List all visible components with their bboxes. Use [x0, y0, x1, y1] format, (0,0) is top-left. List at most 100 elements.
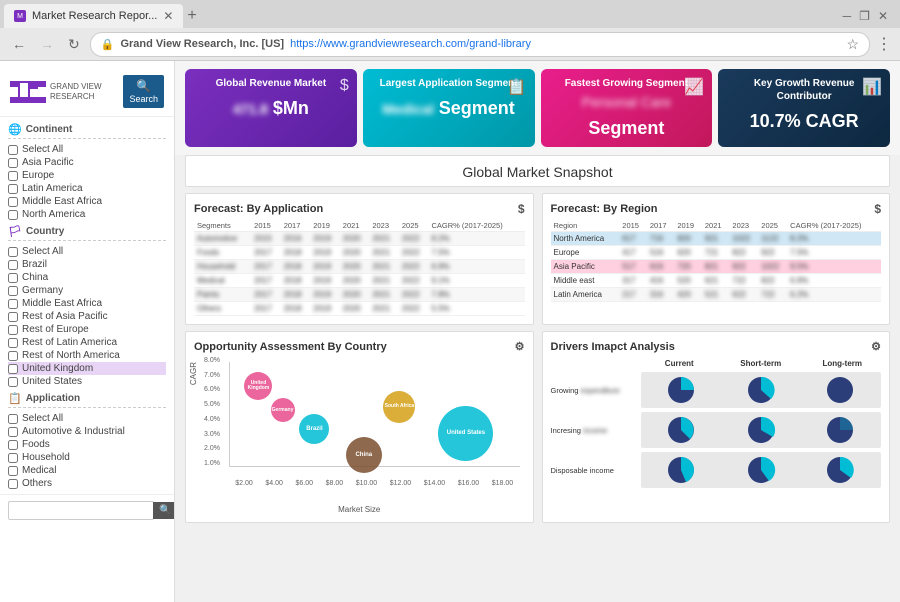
country-rest-latin[interactable]: Rest of Latin America: [8, 336, 166, 349]
bubble-brazil: Brazil: [299, 414, 329, 444]
continent-middle-east-africa-checkbox[interactable]: [8, 197, 18, 207]
clipboard-icon: 📋: [507, 77, 527, 97]
driver-cell-3-current: [644, 455, 720, 485]
opportunity-settings-icon[interactable]: ⚙: [515, 340, 525, 353]
continent-north-america[interactable]: North America: [8, 208, 166, 221]
driver-cell-1-current: [644, 375, 720, 405]
country-select-all[interactable]: Select All: [8, 245, 166, 258]
app-select-all-checkbox[interactable]: [8, 414, 18, 424]
app-household-checkbox[interactable]: [8, 453, 18, 463]
app-select-all[interactable]: Select All: [8, 412, 166, 425]
country-rest-latin-checkbox[interactable]: [8, 338, 18, 348]
continent-middle-east-africa[interactable]: Middle East Africa: [8, 195, 166, 208]
continent-asia-pacific[interactable]: Asia Pacific: [8, 156, 166, 169]
x-axis-label: Market Size: [194, 505, 525, 514]
restore-button[interactable]: ❐: [859, 9, 870, 23]
refresh-button[interactable]: ↻: [64, 34, 84, 55]
driver-row-growing: Growing expenditure: [551, 372, 882, 408]
continent-europe[interactable]: Europe: [8, 169, 166, 182]
country-germany[interactable]: Germany: [8, 284, 166, 297]
driver-cell-3-long: [803, 455, 879, 485]
continent-latin-america[interactable]: Latin America: [8, 182, 166, 195]
sidebar: GRAND VIEW RESEARCH 🔍 Search 🌐 Continent…: [0, 61, 175, 602]
country-united-states-checkbox[interactable]: [8, 377, 18, 387]
app-others-checkbox[interactable]: [8, 479, 18, 489]
continent-asia-pacific-checkbox[interactable]: [8, 158, 18, 168]
col-long-term: Long-term: [804, 359, 882, 368]
country-united-kingdom[interactable]: United Kingdom: [8, 362, 166, 375]
table-row: Paints 2017 2018 2019 2020 2021 2022 7.8…: [194, 288, 525, 302]
sidebar-search[interactable]: 🔍: [0, 494, 174, 520]
country-china[interactable]: China: [8, 271, 166, 284]
card-1-value: 471.8 $Mn: [195, 98, 347, 119]
forecast-application-table: Segments 2015 2017 2019 2021 2023 2025 C…: [194, 220, 525, 316]
country-rest-asia[interactable]: Rest of Asia Pacific: [8, 310, 166, 323]
continent-select-all-checkbox[interactable]: [8, 145, 18, 155]
forecast-application-title: Forecast: By Application $: [194, 202, 525, 216]
forward-button[interactable]: →: [36, 34, 58, 54]
app-medical-checkbox[interactable]: [8, 466, 18, 476]
driver-label-1: Growing expenditure: [551, 386, 641, 395]
active-tab[interactable]: M Market Research Repor... ✕: [4, 4, 183, 28]
app-automotive[interactable]: Automotive & Industrial: [8, 425, 166, 438]
country-rest-europe[interactable]: Rest of Europe: [8, 323, 166, 336]
country-rest-north-checkbox[interactable]: [8, 351, 18, 361]
continent-north-america-checkbox[interactable]: [8, 210, 18, 220]
continent-europe-checkbox[interactable]: [8, 171, 18, 181]
country-rest-europe-checkbox[interactable]: [8, 325, 18, 335]
card-2-title: Largest Application Segment: [373, 77, 525, 90]
browser-menu-button[interactable]: ⋮: [876, 34, 892, 54]
app-household[interactable]: Household: [8, 451, 166, 464]
country-select-all-checkbox[interactable]: [8, 247, 18, 257]
pie-long-3: [825, 455, 855, 485]
bookmark-icon[interactable]: ☆: [846, 36, 859, 53]
drivers-settings-icon[interactable]: ⚙: [871, 340, 881, 353]
card-4-value: 10.7% CAGR: [728, 111, 880, 132]
minimize-button[interactable]: ─: [843, 9, 852, 23]
address-bar: ← → ↻ 🔒 Grand View Research, Inc. [US] h…: [0, 28, 900, 60]
sidebar-search-input[interactable]: [8, 501, 154, 520]
country-rest-asia-checkbox[interactable]: [8, 312, 18, 322]
app-foods-checkbox[interactable]: [8, 440, 18, 450]
table-row: Latin America 217 316 420 521 622 722 6.…: [551, 288, 882, 302]
country-rest-north[interactable]: Rest of North America: [8, 349, 166, 362]
table-row: North America 617 716 820 921 1022 1122 …: [551, 232, 882, 246]
bubble-china: China: [346, 437, 382, 473]
drivers-header: Current Short-term Long-term: [551, 359, 882, 368]
country-brazil[interactable]: Brazil: [8, 258, 166, 271]
app-foods[interactable]: Foods: [8, 438, 166, 451]
driver-cell-1-short: [723, 375, 799, 405]
charts-row-1: Forecast: By Application $ Segments 2015…: [185, 193, 890, 325]
tab-close-button[interactable]: ✕: [163, 9, 173, 23]
back-button[interactable]: ←: [8, 34, 30, 54]
top-search-button[interactable]: 🔍 Search: [123, 75, 164, 108]
opportunity-title: Opportunity Assessment By Country ⚙: [194, 340, 525, 353]
logo-area: GRAND VIEW RESEARCH 🔍 Search: [0, 69, 174, 117]
continent-latin-america-checkbox[interactable]: [8, 184, 18, 194]
country-united-kingdom-checkbox[interactable]: [8, 364, 18, 374]
country-brazil-checkbox[interactable]: [8, 260, 18, 270]
bubble-chart: 8.0% 7.0% 6.0% 5.0% 4.0% 3.0% 2.0% 1.0% …: [194, 357, 525, 487]
col-region: Region: [551, 220, 620, 232]
country-filter-title: 🏳 Country: [8, 225, 166, 241]
new-tab-button[interactable]: +: [187, 7, 196, 25]
app-medical[interactable]: Medical: [8, 464, 166, 477]
driver-cell-2-short: [723, 415, 799, 445]
table-row: Asia Pacific 517 616 720 821 922 1022 9.…: [551, 260, 882, 274]
pie-short-1: [746, 375, 776, 405]
country-middle-east-africa[interactable]: Middle East Africa: [8, 297, 166, 310]
sidebar-search-button[interactable]: 🔍: [153, 502, 175, 519]
row-label: Others: [194, 302, 251, 316]
continent-select-all[interactable]: Select All: [8, 143, 166, 156]
country-germany-checkbox[interactable]: [8, 286, 18, 296]
country-china-checkbox[interactable]: [8, 273, 18, 283]
country-united-states[interactable]: United States: [8, 375, 166, 388]
url-bar[interactable]: 🔒 Grand View Research, Inc. [US] https:/…: [90, 32, 870, 57]
country-middle-east-africa-checkbox[interactable]: [8, 299, 18, 309]
close-button[interactable]: ✕: [878, 9, 888, 23]
app-automotive-checkbox[interactable]: [8, 427, 18, 437]
card-4-title: Key Growth Revenue Contributor: [728, 77, 880, 103]
driver-charts-2: [641, 412, 882, 448]
driver-cell-2-long: [803, 415, 879, 445]
app-others[interactable]: Others: [8, 477, 166, 490]
